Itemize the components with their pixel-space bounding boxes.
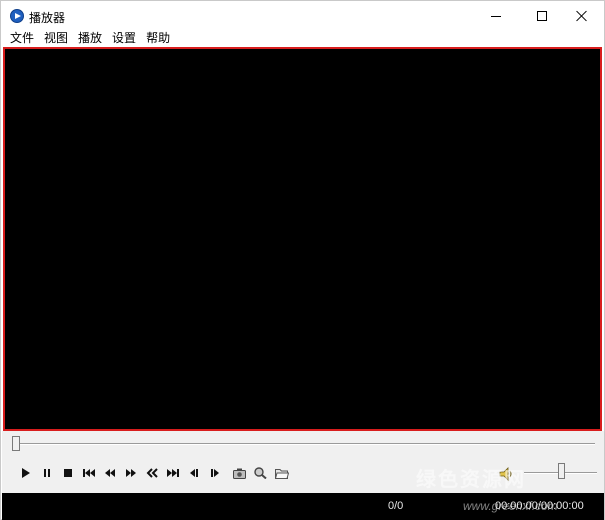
open-folder-button[interactable] [271, 465, 292, 481]
slow-down-icon [146, 468, 158, 478]
pause-button[interactable] [36, 465, 57, 481]
stop-button[interactable] [57, 465, 78, 481]
player-window: 播放器 文件 视图 播放 设置 帮助 0/0 00:00:00/00:00:00… [0, 0, 605, 520]
menu-settings[interactable]: 设置 [112, 30, 136, 47]
volume-slider-thumb[interactable] [558, 463, 565, 479]
watermark-url: www.greenxf.com [463, 499, 558, 513]
menu-play[interactable]: 播放 [78, 30, 102, 47]
rewind-icon [104, 469, 115, 477]
fast-forward-button[interactable] [120, 465, 141, 481]
play-button[interactable] [15, 465, 36, 481]
step-forward-frame-button[interactable] [204, 465, 225, 481]
minimize-button[interactable] [473, 1, 519, 31]
previous-icon [82, 469, 95, 477]
menu-help[interactable]: 帮助 [146, 30, 170, 47]
previous-button[interactable] [78, 465, 99, 481]
screenshot-icon [233, 468, 246, 479]
step-back-frame-button[interactable] [183, 465, 204, 481]
step-forward-frame-icon [210, 469, 219, 477]
open-folder-icon [274, 468, 289, 479]
fast-forward-icon [125, 469, 136, 477]
slow-down-button[interactable] [141, 465, 162, 481]
minimize-icon [491, 15, 501, 17]
seek-slider-thumb[interactable] [12, 436, 20, 451]
video-display[interactable] [3, 47, 602, 431]
screenshot-button[interactable] [229, 465, 250, 481]
rewind-button[interactable] [99, 465, 120, 481]
play-icon [21, 468, 30, 478]
close-button[interactable] [559, 1, 605, 31]
maximize-icon [537, 11, 547, 21]
next-icon [166, 469, 179, 477]
pause-icon [43, 469, 50, 477]
stop-icon [63, 469, 72, 477]
player-app-icon [10, 9, 24, 23]
playback-controls [15, 465, 292, 481]
zoom-button[interactable] [250, 465, 271, 481]
next-button[interactable] [162, 465, 183, 481]
playlist-count: 0/0 [388, 500, 404, 512]
watermark-logo: 绿色资源网 [416, 469, 526, 491]
step-back-frame-icon [189, 469, 198, 477]
title-bar[interactable]: 播放器 [1, 1, 604, 31]
seek-track[interactable] [13, 443, 595, 445]
window-title: 播放器 [29, 11, 66, 25]
menu-view[interactable]: 视图 [44, 30, 68, 47]
menu-file[interactable]: 文件 [10, 30, 34, 47]
zoom-icon [254, 467, 267, 479]
menu-bar: 文件 视图 播放 设置 帮助 [1, 30, 604, 47]
close-icon [576, 10, 588, 22]
